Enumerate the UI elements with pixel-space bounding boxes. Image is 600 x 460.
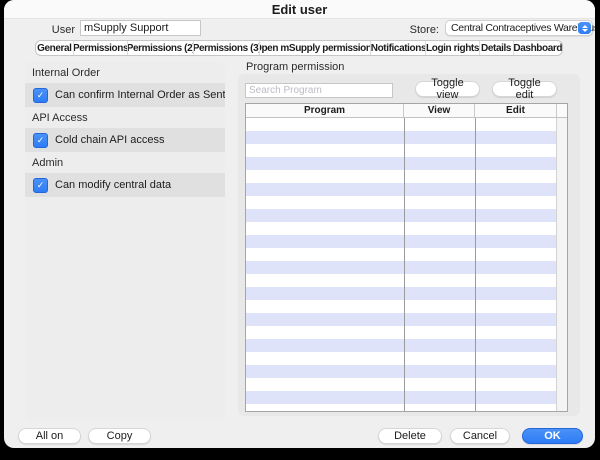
table-row[interactable]	[246, 118, 567, 131]
tab-notifications[interactable]: Notifications	[370, 41, 425, 55]
table-row[interactable]	[246, 365, 567, 378]
table-row[interactable]	[246, 235, 567, 248]
checkbox-label: Can modify central data	[55, 179, 171, 191]
table-row[interactable]	[246, 157, 567, 170]
program-permission-table: ProgramViewEdit	[245, 103, 568, 412]
column-header-spacer	[557, 104, 567, 117]
table-row[interactable]	[246, 287, 567, 300]
dropdown-stepper-icon	[578, 22, 591, 34]
table-row[interactable]	[246, 352, 567, 365]
permission-row: ✓ Cold chain API access	[25, 128, 225, 152]
table-row[interactable]	[246, 339, 567, 352]
table-body	[246, 118, 567, 411]
all-on-button[interactable]: All on	[18, 428, 81, 444]
table-row[interactable]	[246, 209, 567, 222]
table-row[interactable]	[246, 313, 567, 326]
section-label: Admin	[25, 154, 225, 173]
table-row[interactable]	[246, 391, 567, 404]
section-label: API Access	[25, 109, 225, 128]
delete-button[interactable]: Delete	[378, 428, 442, 444]
dialog-title: Edit user	[272, 2, 328, 17]
permission-row: ✓ Can modify central data	[25, 173, 225, 197]
checkbox-label: Can confirm Internal Order as Sent	[55, 89, 225, 101]
checkmark-icon: ✓	[37, 136, 45, 145]
tab-bar: GeneralPermissionsPermissions (2)Permiss…	[35, 40, 563, 56]
tab-details[interactable]: Details	[479, 41, 513, 55]
table-row[interactable]	[246, 378, 567, 391]
column-header-program[interactable]: Program	[246, 104, 404, 117]
table-header: ProgramViewEdit	[246, 104, 567, 118]
search-program-input[interactable]	[245, 83, 393, 98]
table-row[interactable]	[246, 222, 567, 235]
tab-general[interactable]: General	[36, 41, 73, 55]
cancel-button[interactable]: Cancel	[450, 428, 510, 444]
table-row[interactable]	[246, 170, 567, 183]
ok-button[interactable]: OK	[522, 428, 583, 444]
column-header-edit[interactable]: Edit	[475, 104, 557, 117]
toggle-edit-button[interactable]: Toggle edit	[492, 81, 557, 97]
section-label: Internal Order	[25, 64, 225, 83]
column-divider	[475, 118, 476, 411]
column-divider	[404, 118, 405, 411]
store-dropdown[interactable]: Central Contraceptives Warehouse	[445, 20, 593, 36]
copy-button[interactable]: Copy	[88, 428, 151, 444]
table-row[interactable]	[246, 404, 567, 411]
table-row[interactable]	[246, 300, 567, 313]
table-row[interactable]	[246, 196, 567, 209]
column-header-view[interactable]: View	[404, 104, 475, 117]
checkbox[interactable]: ✓	[33, 133, 48, 148]
user-label: User	[4, 24, 75, 36]
tab-open-msupply-permissions[interactable]: Open mSupply permissions	[259, 41, 370, 55]
store-selected-value: Central Contraceptives Warehouse	[451, 22, 595, 34]
checkmark-icon: ✓	[37, 181, 45, 190]
checkbox[interactable]: ✓	[33, 88, 48, 103]
checkbox-label: Cold chain API access	[55, 134, 164, 146]
user-input[interactable]	[80, 20, 201, 36]
table-row[interactable]	[246, 326, 567, 339]
table-scrollbar[interactable]	[556, 118, 567, 411]
edit-user-dialog: Edit user User Store: Central Contracept…	[4, 0, 595, 448]
table-row[interactable]	[246, 248, 567, 261]
tab-permissions-3[interactable]: Permissions (3)	[193, 41, 259, 55]
program-permission-title: Program permission	[246, 61, 344, 73]
left-panel: Internal Order ✓ Can confirm Internal Orde…	[25, 62, 225, 420]
tab-permissions[interactable]: Permissions	[73, 41, 128, 55]
table-row[interactable]	[246, 261, 567, 274]
tab-dashboard[interactable]: Dashboard	[513, 41, 562, 55]
checkbox[interactable]: ✓	[33, 178, 48, 193]
tab-login-rights[interactable]: Login rights	[425, 41, 478, 55]
table-row[interactable]	[246, 144, 567, 157]
title-bar: Edit user	[4, 0, 595, 19]
tab-permissions-2[interactable]: Permissions (2)	[127, 41, 193, 55]
table-row[interactable]	[246, 183, 567, 196]
store-label: Store:	[379, 24, 439, 36]
checkmark-icon: ✓	[37, 91, 45, 100]
table-row[interactable]	[246, 131, 567, 144]
table-row[interactable]	[246, 274, 567, 287]
toggle-view-button[interactable]: Toggle view	[415, 81, 480, 97]
permission-row: ✓ Can confirm Internal Order as Sent	[25, 83, 225, 107]
